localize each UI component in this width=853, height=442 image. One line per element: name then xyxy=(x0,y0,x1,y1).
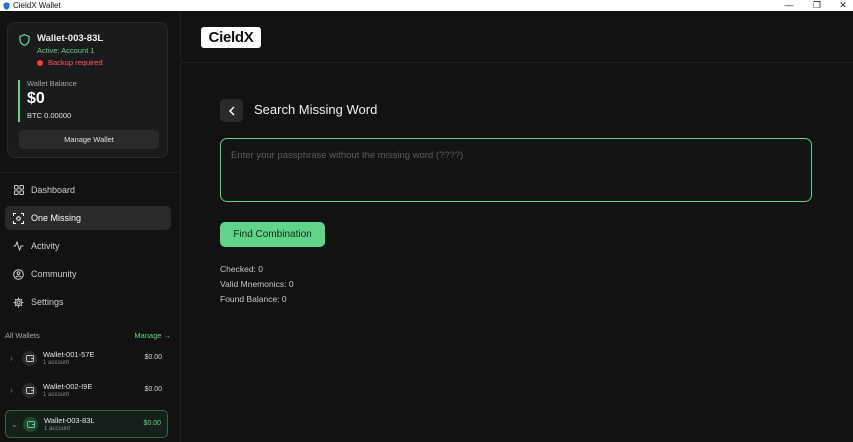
balance-accent-bar xyxy=(18,80,20,122)
app-shield-icon xyxy=(2,1,10,10)
nav-item-community[interactable]: Community xyxy=(5,262,171,286)
nav-label: Dashboard xyxy=(31,185,76,195)
wallet-amount: $0.00 xyxy=(144,386,162,393)
active-account: Active: Account 1 xyxy=(37,46,95,55)
activity-icon xyxy=(13,241,24,252)
shield-icon xyxy=(19,33,30,46)
page-title: Search Missing Word xyxy=(254,102,378,117)
chevron-right-icon[interactable]: › xyxy=(10,386,13,395)
wallet-account-count: 1 account xyxy=(44,426,71,432)
wallet-name: Wallet-002-I9E xyxy=(43,382,93,391)
btc-balance: BTC 0.00000 xyxy=(27,111,72,120)
wallet-name: Wallet-001-57E xyxy=(43,350,95,359)
all-wallets-label: All Wallets xyxy=(5,331,40,340)
nav-label: Activity xyxy=(31,241,60,251)
wallet-icon xyxy=(22,351,37,366)
wallet-icon xyxy=(23,417,38,432)
top-bar: CieldX xyxy=(181,11,853,63)
wallet-name: Wallet-003-83L xyxy=(37,33,104,44)
nav-label: Community xyxy=(31,269,77,279)
chevron-right-icon[interactable]: › xyxy=(10,354,13,363)
wallet-account-count: 1 account xyxy=(43,392,70,398)
wallet-icon xyxy=(22,383,37,398)
window-titlebar: CieldX Wallet xyxy=(0,0,853,11)
chevron-left-icon xyxy=(228,105,235,116)
back-button[interactable] xyxy=(220,99,243,122)
wallet-amount: $0.00 xyxy=(144,354,162,361)
manage-wallets-link[interactable]: Manage → xyxy=(134,331,171,340)
nav-item-activity[interactable]: Activity xyxy=(5,234,171,258)
sidebar: Wallet-003-83L Active: Account 1 Backup … xyxy=(0,11,181,442)
wallet-account-count: 1 account xyxy=(43,360,70,366)
nav-label: Settings xyxy=(31,297,64,307)
passphrase-placeholder: Enter your passphrase without the missin… xyxy=(231,150,464,161)
wallet-list-item[interactable]: › Wallet-002-I9E 1 account $0.00 xyxy=(5,377,168,405)
wallet-amount: $0.00 xyxy=(143,420,161,427)
manage-wallet-button[interactable]: Manage Wallet xyxy=(19,130,159,149)
wallet-card: Wallet-003-83L Active: Account 1 Backup … xyxy=(7,22,168,158)
backup-text: Backup required xyxy=(48,58,103,67)
app-logo: CieldX xyxy=(201,27,261,48)
passphrase-input[interactable]: Enter your passphrase without the missin… xyxy=(220,138,812,202)
found-balance-count: Found Balance: 0 xyxy=(220,294,287,304)
wallet-name: Wallet-003-83L xyxy=(44,416,95,425)
checked-count: Checked: 0 xyxy=(220,264,263,274)
community-icon xyxy=(13,268,24,280)
nav-item-one-missing[interactable]: One Missing xyxy=(5,206,171,230)
main-content: CieldX Search Missing Word Enter your pa… xyxy=(181,11,853,442)
wallet-list-item[interactable]: › Wallet-001-57E 1 account $0.00 xyxy=(5,345,168,373)
wallet-list-item-active[interactable]: ⌄ Wallet-003-83L 1 account $0.00 xyxy=(5,410,168,438)
balance-label: Wallet Balance xyxy=(27,79,77,88)
nav-item-settings[interactable]: Settings xyxy=(5,290,171,314)
find-combination-button[interactable]: Find Combination xyxy=(220,222,325,247)
gear-icon xyxy=(13,297,24,308)
valid-mnemonics-count: Valid Mnemonics: 0 xyxy=(220,279,294,289)
balance-value: $0 xyxy=(27,90,45,107)
scan-icon xyxy=(13,212,24,224)
window-title: CieldX Wallet xyxy=(13,1,61,10)
backup-warning: Backup required xyxy=(37,58,103,67)
nav-label: One Missing xyxy=(31,213,82,223)
wallets-header: All Wallets Manage → xyxy=(5,331,171,340)
maximize-button[interactable]: ❐ xyxy=(807,0,827,11)
minimize-button[interactable]: — xyxy=(779,0,799,11)
warning-dot-icon xyxy=(37,59,43,66)
grid-icon xyxy=(13,185,24,196)
sidebar-divider xyxy=(0,172,180,173)
close-button[interactable]: ✕ xyxy=(833,0,853,11)
nav-item-dashboard[interactable]: Dashboard xyxy=(5,178,171,202)
chevron-down-icon[interactable]: ⌄ xyxy=(11,420,18,429)
